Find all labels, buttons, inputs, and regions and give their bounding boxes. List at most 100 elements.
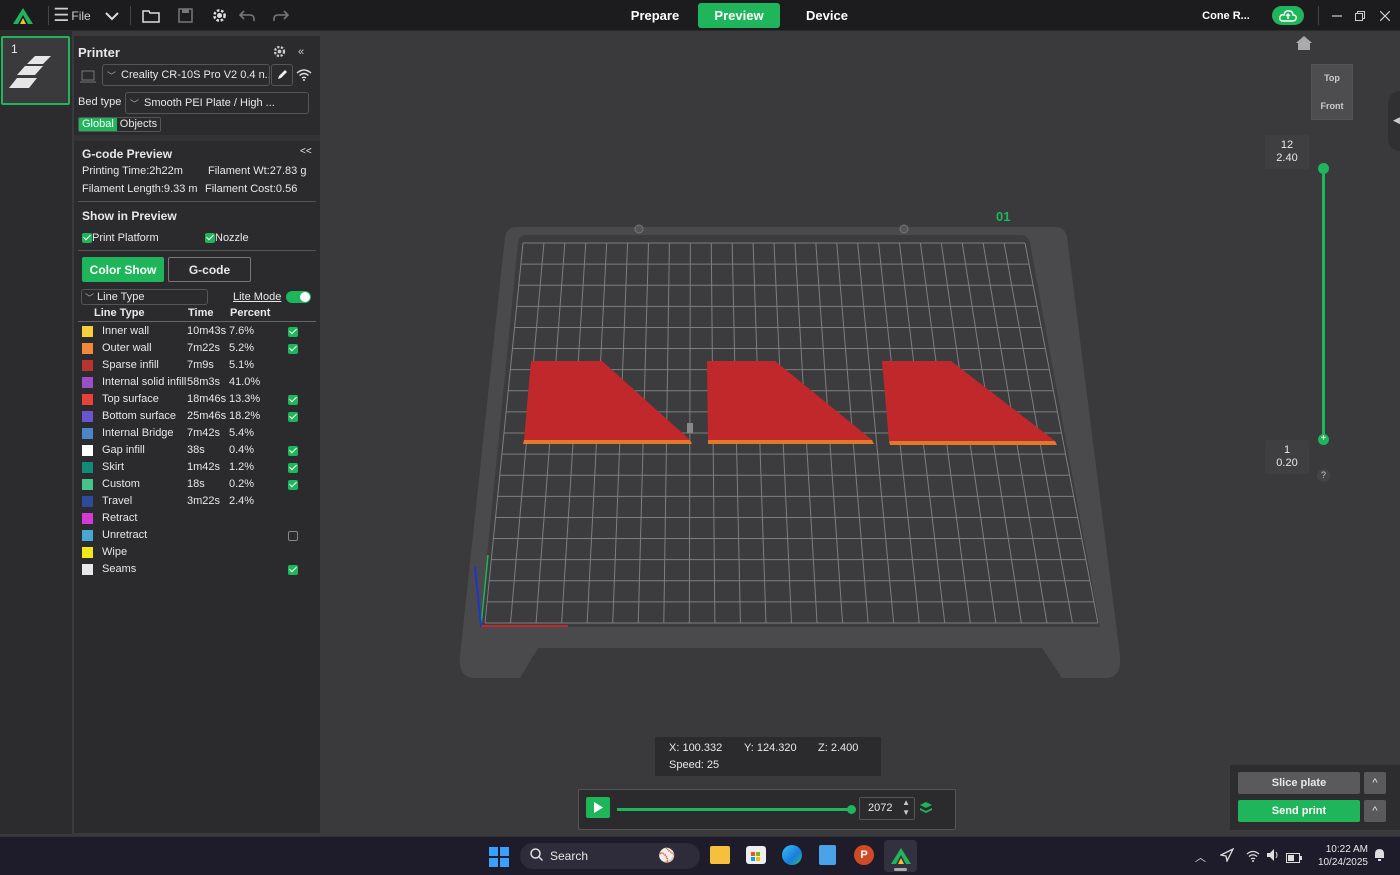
- send-print-button[interactable]: Send print: [1238, 800, 1360, 822]
- line-type-row[interactable]: Sparse infill 7m9s 5.1%: [74, 357, 320, 374]
- line-type-row[interactable]: Wipe: [74, 544, 320, 561]
- plate-thumbnail[interactable]: 1: [1, 36, 70, 105]
- color-show-button[interactable]: Color Show: [82, 257, 164, 282]
- chevron-down-icon[interactable]: [101, 0, 123, 31]
- close-icon[interactable]: [1375, 0, 1395, 31]
- checkbox-checked-icon[interactable]: [288, 446, 298, 457]
- wifi-status-icon[interactable]: [1246, 849, 1260, 867]
- file-menu-button[interactable]: ☰ File: [53, 0, 91, 31]
- line-type-visibility-checkbox[interactable]: [288, 445, 298, 457]
- help-icon[interactable]: ?: [1317, 469, 1330, 482]
- toggle-objects[interactable]: Objects: [117, 118, 160, 131]
- file-explorer-icon[interactable]: [710, 846, 730, 864]
- line-type-row[interactable]: Inner wall 10m43s 7.6%: [74, 323, 320, 340]
- notepad-icon[interactable]: [819, 845, 836, 865]
- send-options-button[interactable]: ^: [1364, 800, 1386, 822]
- print-platform-checkbox[interactable]: Print Platform: [82, 232, 159, 244]
- line-type-row[interactable]: Bottom surface 25m46s 18.2%: [74, 408, 320, 425]
- save-icon[interactable]: [174, 0, 196, 31]
- windows-start-icon[interactable]: [489, 847, 509, 872]
- layer-slider-track[interactable]: [1322, 169, 1325, 440]
- edit-printer-button[interactable]: [271, 64, 293, 86]
- side-panel-toggle[interactable]: ◀: [1388, 91, 1400, 151]
- line-type-row[interactable]: Unretract: [74, 527, 320, 544]
- view-cube-front[interactable]: Front: [1312, 101, 1352, 111]
- move-slider-track[interactable]: [617, 808, 851, 811]
- home-icon[interactable]: [1295, 35, 1313, 56]
- line-type-row[interactable]: Internal Bridge 7m42s 5.4%: [74, 425, 320, 442]
- line-type-visibility-checkbox[interactable]: [288, 530, 298, 542]
- store-icon[interactable]: [746, 846, 766, 864]
- checkbox-checked-icon[interactable]: [288, 565, 298, 576]
- slice-plate-button[interactable]: Slice plate: [1238, 772, 1360, 794]
- checkbox-checked-icon[interactable]: [288, 344, 298, 355]
- line-type-visibility-checkbox[interactable]: [288, 462, 298, 474]
- project-name[interactable]: Cone R...: [1196, 0, 1256, 31]
- line-type-visibility-checkbox[interactable]: [288, 326, 298, 338]
- clock[interactable]: 10:22 AM 10/24/2025: [1310, 843, 1368, 869]
- toggle-global[interactable]: Global: [79, 118, 117, 131]
- nozzle-checkbox[interactable]: Nozzle: [205, 232, 249, 244]
- line-type-row[interactable]: Outer wall 7m22s 5.2%: [74, 340, 320, 357]
- edge-browser-icon[interactable]: [782, 845, 802, 865]
- location-icon[interactable]: [1219, 847, 1235, 867]
- lite-mode-toggle[interactable]: [286, 291, 311, 303]
- printer-select[interactable]: ﹀ Creality CR-10S Pro V2 0.4 n...: [102, 64, 270, 86]
- gcode-collapse-button[interactable]: <<: [300, 146, 312, 157]
- checkbox-checked-icon[interactable]: [288, 327, 298, 338]
- volume-icon[interactable]: [1266, 848, 1280, 867]
- stepper-icon[interactable]: ▲ ▼: [902, 798, 910, 818]
- view-cube[interactable]: Top Front: [1311, 64, 1353, 120]
- checkbox-checked-icon[interactable]: [288, 463, 298, 474]
- gear-icon[interactable]: [208, 0, 230, 31]
- cloud-upload-button[interactable]: [1271, 0, 1305, 31]
- collapse-icon[interactable]: «: [298, 46, 304, 58]
- chevron-down-icon: ﹀: [130, 98, 140, 109]
- line-type-visibility-checkbox[interactable]: [288, 411, 298, 423]
- line-type-row[interactable]: Seams: [74, 561, 320, 578]
- bed-type-select[interactable]: ﹀ Smooth PEI Plate / High ...: [125, 92, 309, 114]
- undo-icon[interactable]: [236, 0, 258, 31]
- line-type-row[interactable]: Internal solid infill 58m3s 41.0%: [74, 374, 320, 391]
- checkbox-checked-icon[interactable]: [288, 480, 298, 491]
- powerpoint-icon[interactable]: P: [854, 845, 874, 865]
- line-type-select[interactable]: ﹀ Line Type: [81, 289, 208, 305]
- checkbox-unchecked-icon[interactable]: [288, 531, 298, 542]
- line-type-visibility-checkbox[interactable]: [288, 564, 298, 576]
- restore-icon[interactable]: [1350, 0, 1370, 31]
- line-type-visibility-checkbox[interactable]: [288, 479, 298, 491]
- line-type-row[interactable]: Travel 3m22s 2.4%: [74, 493, 320, 510]
- line-type-visibility-checkbox[interactable]: [288, 343, 298, 355]
- notification-bell-icon[interactable]: [1373, 848, 1386, 867]
- slice-options-button[interactable]: ^: [1364, 772, 1386, 794]
- play-button[interactable]: [586, 797, 610, 818]
- 3d-viewport[interactable]: 01 Top Front ◀ 12 2.40 + 1 0.20 ? X: 100…: [320, 31, 1400, 836]
- tab-prepare[interactable]: Prepare: [616, 3, 694, 28]
- tab-preview[interactable]: Preview: [698, 3, 780, 28]
- line-type-visibility-checkbox[interactable]: [288, 394, 298, 406]
- line-type-row[interactable]: Top surface 18m46s 13.3%: [74, 391, 320, 408]
- view-cube-top[interactable]: Top: [1312, 73, 1352, 83]
- open-folder-icon[interactable]: [140, 0, 162, 31]
- tab-device[interactable]: Device: [788, 3, 866, 28]
- minimize-icon[interactable]: [1327, 0, 1347, 31]
- checkbox-checked-icon[interactable]: [288, 412, 298, 423]
- redo-icon[interactable]: [270, 0, 292, 31]
- printer-settings-gear-icon[interactable]: [272, 44, 287, 62]
- line-type-row[interactable]: Retract: [74, 510, 320, 527]
- line-type-row[interactable]: Custom 18s 0.2%: [74, 476, 320, 493]
- layers-icon[interactable]: [919, 801, 933, 820]
- layer-slider-bottom-handle[interactable]: +: [1318, 434, 1329, 445]
- move-slider-handle[interactable]: [847, 805, 856, 814]
- orca-slicer-taskbar-icon[interactable]: [884, 840, 917, 872]
- line-type-row[interactable]: Skirt 1m42s 1.2%: [74, 459, 320, 476]
- line-type-row[interactable]: Gap infill 38s 0.4%: [74, 442, 320, 459]
- gcode-button[interactable]: G-code: [168, 257, 251, 282]
- taskbar-search[interactable]: Search ⚾: [520, 843, 700, 869]
- checkbox-checked-icon[interactable]: [288, 395, 298, 406]
- wifi-icon[interactable]: [296, 68, 312, 84]
- move-value-input[interactable]: 2072 ▲ ▼: [859, 797, 915, 820]
- layer-slider-top-handle[interactable]: [1318, 163, 1329, 174]
- chevron-up-icon[interactable]: ︿: [1195, 849, 1206, 865]
- battery-icon[interactable]: [1286, 850, 1302, 868]
